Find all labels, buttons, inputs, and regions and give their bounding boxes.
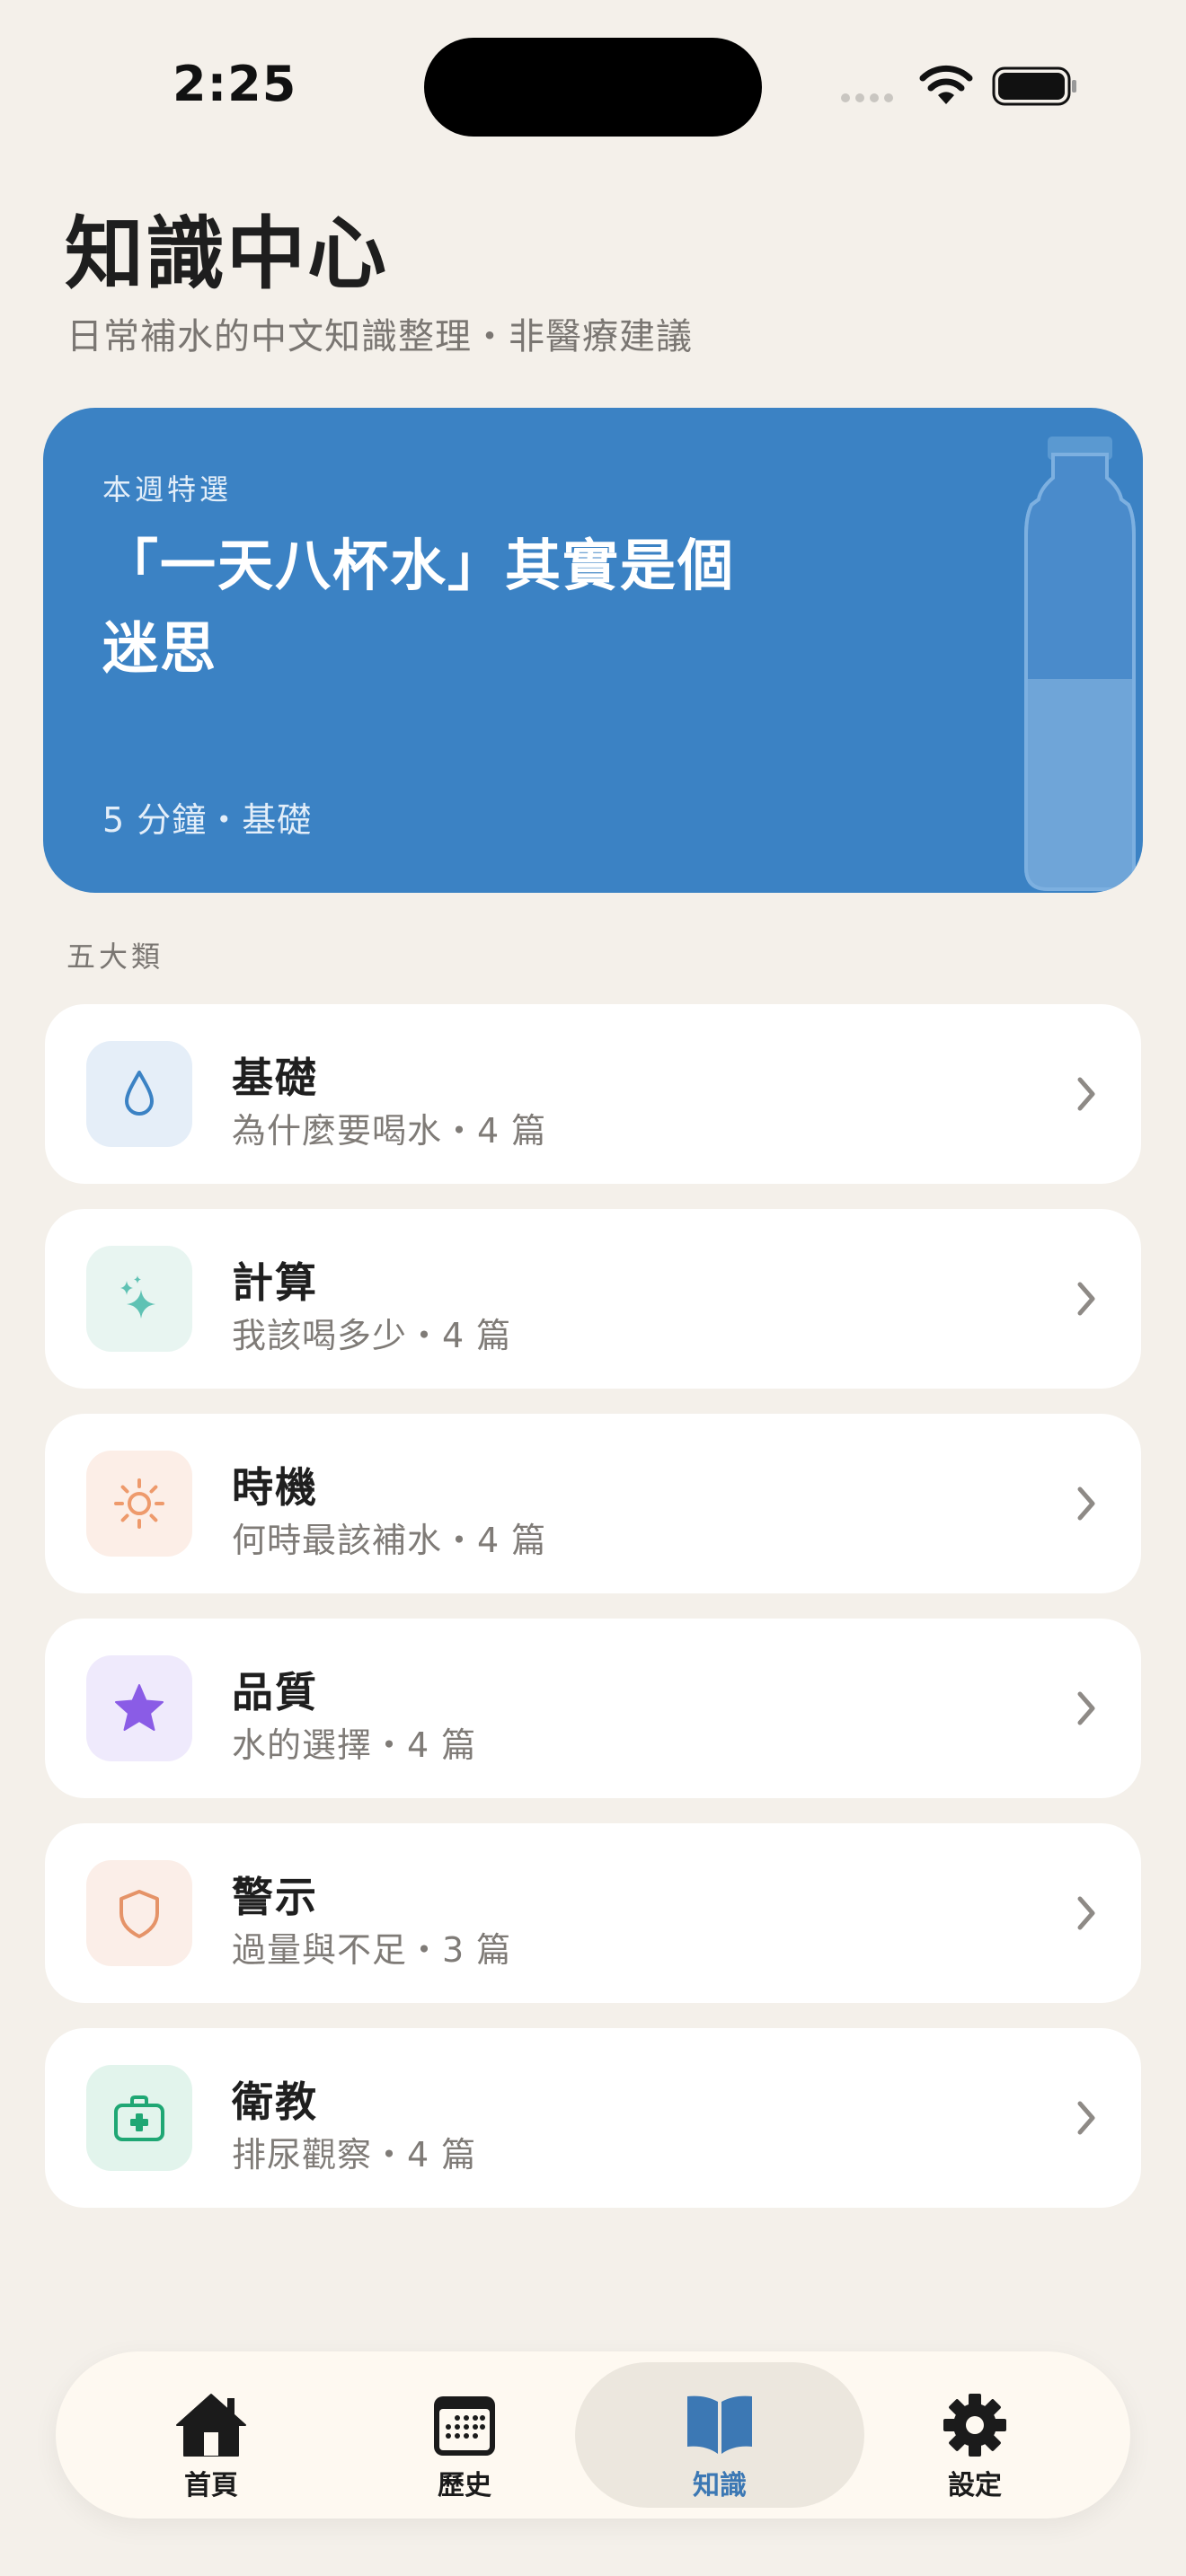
star-icon	[115, 1684, 164, 1731]
water-drop-icon	[125, 1071, 154, 1116]
category-subtitle: 我該喝多少・4 篇	[232, 1316, 512, 1355]
category-title: 衛教	[232, 2078, 318, 2126]
category-title: 警示	[232, 1873, 318, 1921]
sun-icon	[114, 1478, 164, 1529]
knowledge-center-screen: 2:25 知識中心 日常補水的中文知識整理・非醫療建議 本週特選 「一天八杯水」…	[0, 0, 1186, 2576]
category-subtitle: 何時最該補水・4 篇	[232, 1521, 547, 1560]
status-time: 2:25	[173, 56, 297, 112]
section-label: 五大類	[66, 940, 164, 974]
home-icon	[176, 2394, 246, 2457]
tab-label: 首頁	[184, 2470, 238, 2501]
tab-knowledge[interactable]: 知識	[575, 2362, 864, 2508]
category-icon-box	[86, 1041, 192, 1147]
category-subtitle: 過量與不足・3 篇	[232, 1930, 512, 1970]
wifi-icon	[919, 65, 973, 104]
category-icon-box	[86, 1860, 192, 1966]
category-item-timing[interactable]: 時機 何時最該補水・4 篇	[45, 1414, 1141, 1593]
category-icon-box	[86, 1655, 192, 1761]
category-subtitle: 水的選擇・4 篇	[232, 1725, 477, 1765]
featured-title: 「一天八杯水」其實是個迷思	[102, 533, 736, 681]
cellular-signal-icon	[841, 93, 893, 102]
shield-icon	[119, 1890, 159, 1938]
featured-article-card[interactable]: 本週特選 「一天八杯水」其實是個迷思 5 分鐘・基礎	[43, 408, 1143, 893]
category-icon-box	[86, 1246, 192, 1352]
chevron-right-icon	[1077, 1282, 1095, 1316]
category-title: 基礎	[232, 1054, 318, 1102]
category-item-warnings[interactable]: 警示 過量與不足・3 篇	[45, 1823, 1141, 2003]
gear-icon	[943, 2394, 1006, 2457]
tab-label: 知識	[693, 2470, 747, 2501]
chevron-right-icon	[1077, 1077, 1095, 1111]
category-item-basics[interactable]: 基礎 為什麼要喝水・4 篇	[45, 1004, 1141, 1184]
chevron-right-icon	[1077, 1691, 1095, 1725]
tab-history[interactable]: 歷史	[320, 2362, 609, 2508]
category-title: 品質	[232, 1668, 318, 1716]
tab-label: 歷史	[438, 2470, 491, 2501]
dynamic-island	[424, 38, 762, 137]
water-bottle-illustration	[1024, 437, 1136, 891]
category-subtitle: 排尿觀察・4 篇	[232, 2135, 477, 2175]
chevron-right-icon	[1077, 1896, 1095, 1930]
category-item-quality[interactable]: 品質 水的選擇・4 篇	[45, 1619, 1141, 1798]
calendar-icon	[434, 2396, 495, 2456]
chevron-right-icon	[1077, 1486, 1095, 1521]
tab-label: 設定	[948, 2470, 1002, 2501]
first-aid-kit-icon	[114, 2095, 164, 2141]
battery-icon	[992, 66, 1076, 106]
category-title: 計算	[232, 1258, 318, 1307]
sparkles-icon	[120, 1275, 155, 1319]
tab-home[interactable]: 首頁	[66, 2362, 356, 2508]
category-icon-box	[86, 2065, 192, 2171]
category-icon-box	[86, 1451, 192, 1557]
category-item-health-education[interactable]: 衛教 排尿觀察・4 篇	[45, 2028, 1141, 2208]
page-subtitle: 日常補水的中文知識整理・非醫療建議	[66, 316, 693, 357]
featured-eyebrow: 本週特選	[102, 472, 233, 507]
tab-bar: 首頁 歷史 知識 設定	[56, 2351, 1130, 2519]
category-item-calculation[interactable]: 計算 我該喝多少・4 篇	[45, 1209, 1141, 1389]
category-subtitle: 為什麼要喝水・4 篇	[232, 1111, 547, 1151]
featured-meta: 5 分鐘・基礎	[102, 800, 313, 840]
page-title: 知識中心	[65, 207, 389, 300]
tab-settings[interactable]: 設定	[830, 2362, 1120, 2508]
book-icon	[687, 2395, 752, 2454]
chevron-right-icon	[1077, 2101, 1095, 2135]
category-title: 時機	[232, 1463, 318, 1512]
